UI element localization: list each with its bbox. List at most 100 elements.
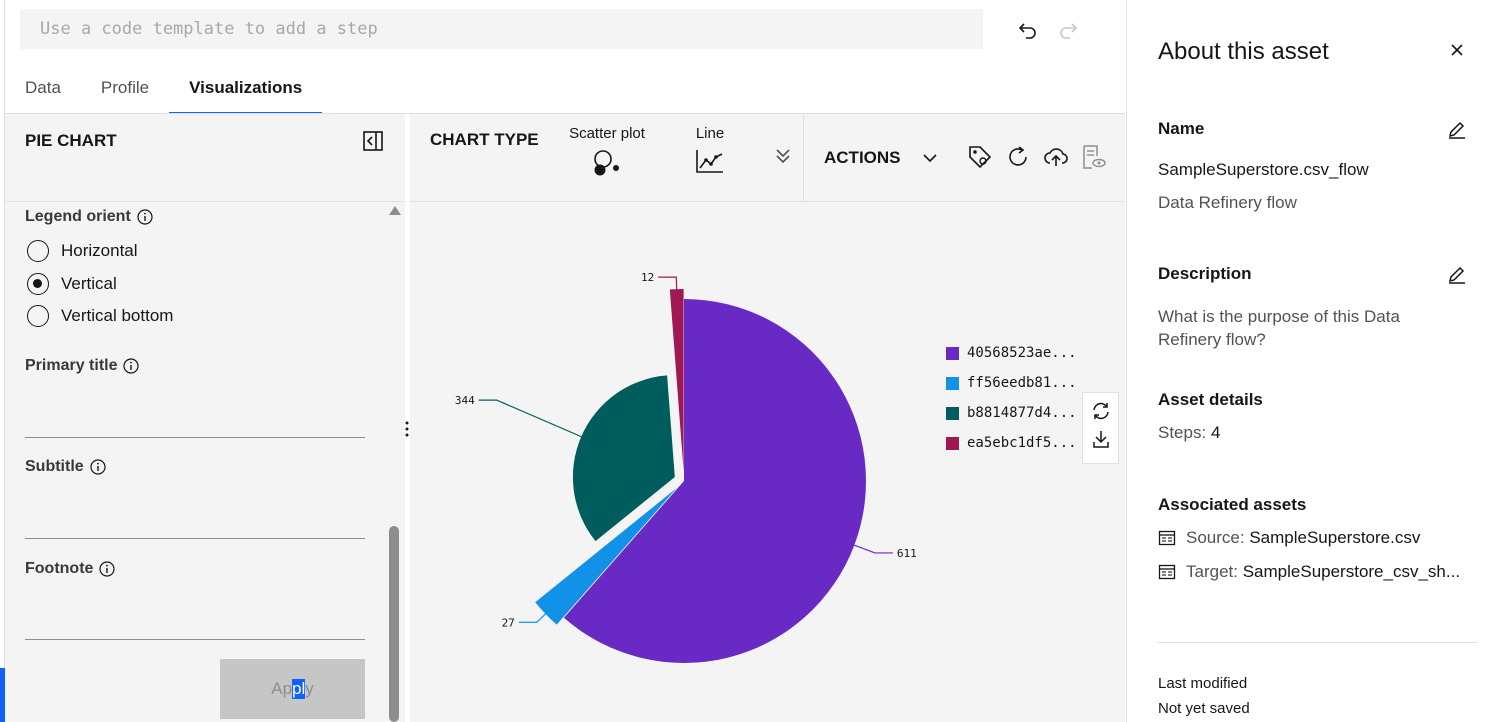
panel-divider <box>5 201 405 202</box>
chart-type-label: CHART TYPE <box>430 130 539 149</box>
radio-horizontal[interactable]: Horizontal <box>27 240 138 262</box>
apply-label-selected: pl <box>292 679 306 699</box>
radio-vertical[interactable]: Vertical <box>27 273 117 295</box>
line-chart-icon <box>696 150 723 173</box>
radio-label: Vertical <box>61 274 117 293</box>
edit-description-icon[interactable] <box>1447 264 1467 284</box>
primary-title-input[interactable] <box>25 437 365 438</box>
leader-line <box>854 544 893 554</box>
scrollbar-thumb[interactable] <box>389 526 399 722</box>
legend-item[interactable]: 40568523ae... <box>946 338 1077 368</box>
undo-icon[interactable] <box>1017 18 1039 40</box>
legend-swatch <box>946 346 959 360</box>
primary-title-label: Primary title <box>25 357 140 375</box>
slice-data-label: 12 <box>641 271 654 284</box>
scatter-plot-icon <box>594 150 619 176</box>
last-modified-value: Not yet saved <box>1158 700 1250 717</box>
close-icon[interactable] <box>1449 42 1465 58</box>
radio-vertical-bottom[interactable]: Vertical bottom <box>27 305 173 327</box>
scatter-plot-label: Scatter plot <box>569 125 645 142</box>
about-title: About this asset <box>1158 38 1329 65</box>
leader-line <box>658 276 678 290</box>
asset-details-heading: Asset details <box>1158 390 1263 409</box>
info-icon[interactable] <box>99 561 116 577</box>
chart-type-scatter[interactable]: Scatter plot <box>565 125 649 178</box>
line-chart-label: Line <box>695 125 725 142</box>
pie-chart: 611 27 344 12 <box>455 271 917 663</box>
legend-orient-label: Legend orient <box>25 208 153 226</box>
footnote-text: Footnote <box>25 560 94 577</box>
description-heading: Description <box>1158 264 1252 283</box>
legend-label: 40568523ae... <box>967 345 1077 361</box>
legend-label: ea5ebc1df5... <box>967 435 1077 451</box>
steps-label: Steps: <box>1158 423 1207 442</box>
legend-item[interactable]: ea5ebc1df5... <box>946 428 1077 458</box>
apply-label-start: Ap <box>271 679 293 698</box>
tab-visualizations[interactable]: Visualizations <box>169 62 323 114</box>
radio-button[interactable] <box>27 305 49 327</box>
footnote-label: Footnote <box>25 560 116 578</box>
refresh-icon[interactable] <box>1005 144 1031 170</box>
legend-label: b8814877d4... <box>967 405 1077 421</box>
about-asset-panel: About this asset Name SampleSuperstore.c… <box>1126 0 1485 722</box>
info-icon[interactable] <box>137 209 153 225</box>
info-icon[interactable] <box>90 459 106 475</box>
details-divider <box>1158 642 1478 643</box>
toolbar-separator <box>803 114 804 202</box>
steps-row: Steps: 4 <box>1158 423 1220 443</box>
radio-label: Vertical bottom <box>61 306 174 325</box>
slice-data-label: 27 <box>502 616 515 629</box>
code-template-input[interactable] <box>20 9 983 48</box>
chart-type-line[interactable]: Line <box>690 125 730 174</box>
redo-icon[interactable] <box>1057 18 1079 40</box>
subtitle-text: Subtitle <box>25 458 84 475</box>
data-table-icon <box>1158 530 1176 546</box>
apply-label-end: y <box>305 679 314 698</box>
radio-button[interactable] <box>27 240 49 262</box>
leader-line <box>518 613 546 623</box>
footnote-input[interactable] <box>25 639 365 640</box>
chart-tools <box>1082 392 1119 464</box>
chart-canvas: 611 27 344 12 40568523ae... ff56eedb81... b88… <box>410 202 1125 722</box>
info-icon[interactable] <box>123 358 140 374</box>
leader-line <box>478 399 582 438</box>
legend-swatch <box>946 436 959 450</box>
edit-name-icon[interactable] <box>1447 119 1467 139</box>
target-asset[interactable]: Target: SampleSuperstore_csv_sh... <box>1158 562 1460 582</box>
subtitle-input[interactable] <box>25 538 365 539</box>
legend-swatch <box>946 406 959 420</box>
slice-data-label: 611 <box>897 547 917 560</box>
tab-profile[interactable]: Profile <box>81 62 169 114</box>
scroll-up-arrow-icon[interactable] <box>389 206 401 215</box>
legend-item[interactable]: ff56eedb81... <box>946 368 1077 398</box>
radio-button-selected[interactable] <box>27 273 49 295</box>
panel-title: PIE CHART <box>25 131 117 150</box>
download-icon[interactable] <box>1091 429 1111 449</box>
slice-data-label: 344 <box>455 394 475 407</box>
target-value: SampleSuperstore_csv_sh... <box>1242 562 1461 581</box>
actions-label[interactable]: ACTIONS <box>824 148 901 168</box>
chevron-double-down-icon[interactable] <box>774 147 792 165</box>
document-view-icon[interactable] <box>1080 144 1106 170</box>
cloud-upload-icon[interactable] <box>1043 144 1069 170</box>
legend-label: ff56eedb81... <box>967 375 1077 391</box>
primary-title-text: Primary title <box>25 357 118 374</box>
steps-value: 4 <box>1210 423 1221 442</box>
reset-chart-icon[interactable] <box>1091 401 1111 421</box>
subtitle-label: Subtitle <box>25 458 106 476</box>
asset-type: Data Refinery flow <box>1158 193 1297 212</box>
source-value: SampleSuperstore.csv <box>1249 528 1421 547</box>
source-asset[interactable]: Source: SampleSuperstore.csv <box>1158 528 1420 548</box>
tab-data[interactable]: Data <box>5 62 81 114</box>
source-label: Source: <box>1186 528 1245 547</box>
chevron-down-icon[interactable] <box>922 150 938 166</box>
target-label: Target: <box>1186 562 1238 581</box>
step-template-bar <box>20 9 983 49</box>
collapse-panel-icon[interactable] <box>362 130 384 152</box>
chart-legend: 40568523ae... ff56eedb81... b8814877d4... e… <box>946 338 1077 458</box>
tag-settings-icon[interactable] <box>967 144 993 170</box>
data-table-icon <box>1158 564 1176 580</box>
description-placeholder: What is the purpose of this Data Refiner… <box>1158 307 1400 349</box>
legend-item[interactable]: b8814877d4... <box>946 398 1077 428</box>
apply-button[interactable]: Ap pl y <box>220 659 365 719</box>
